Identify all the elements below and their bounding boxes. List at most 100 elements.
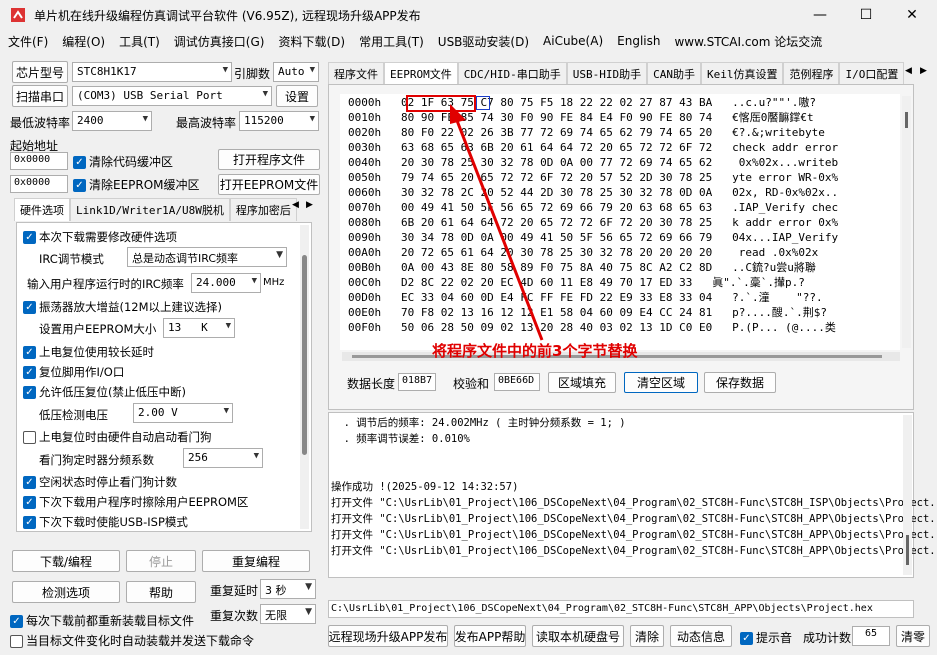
fill-region-button[interactable]: 区域填充 (548, 372, 616, 393)
tab-io-config[interactable]: I/O口配置 (839, 62, 905, 85)
log-output[interactable]: . 调节后的频率: 24.002MHz ( 主时钟分频系数 = 1; ) . 频… (328, 412, 937, 578)
log-scrollbar[interactable] (903, 415, 912, 575)
publish-help-button[interactable]: 发布APP帮助 (454, 625, 526, 647)
irc-frequency-select[interactable]: 24.000 ▼ (191, 273, 261, 293)
open-eeprom-file-button[interactable]: 打开EEPROM文件 (218, 174, 320, 195)
option-modify-hardware[interactable]: ✓ 本次下载需要修改硬件选项 (23, 229, 177, 245)
open-program-file-button[interactable]: 打开程序文件 (218, 149, 320, 170)
eeprom-size-select[interactable]: 13 K ▼ (163, 318, 235, 338)
irc-mode-label: IRC调节模式 (39, 252, 104, 266)
dynamic-info-button[interactable]: 动态信息 (670, 625, 732, 647)
chip-select[interactable]: STC8H1K17 ▼ (72, 62, 232, 82)
stop-button[interactable]: 停止 (126, 550, 196, 572)
menu-common-tools[interactable]: 常用工具(T) (359, 33, 424, 50)
option-erase-eeprom[interactable]: ✓ 下次下载用户程序时擦除用户EEPROM区 (23, 494, 248, 510)
help-button[interactable]: 帮助 (126, 581, 196, 603)
pins-label: 引脚数 (234, 67, 271, 81)
save-data-button[interactable]: 保存数据 (704, 372, 776, 393)
lvd-select[interactable]: 2.00 V ▼ (133, 403, 233, 423)
menu-debug[interactable]: 调试仿真接口(G) (174, 33, 265, 50)
clear-log-button[interactable]: 清除 (630, 625, 664, 647)
clear-code-checkbox[interactable]: ✓ 清除代码缓冲区 (73, 153, 173, 170)
data-length-field: 018B7 (398, 373, 436, 391)
tab-scroll-right-icon[interactable]: ▶ (920, 66, 927, 76)
tab-scroll-left-icon[interactable]: ◀ (292, 200, 299, 210)
tab-encryption[interactable]: 程序加密后 (229, 198, 297, 221)
watchdog-divider-select[interactable]: 256 ▼ (183, 448, 263, 468)
chevron-down-icon: ▼ (309, 114, 315, 124)
menu-tools[interactable]: 工具(T) (119, 33, 160, 50)
option-reset-pin-io[interactable]: ✓ 复位脚用作I/O口 (23, 364, 124, 380)
close-button[interactable]: ✕ (889, 0, 935, 30)
repeat-count-select[interactable]: 无限 ▼ (260, 604, 316, 624)
minimize-button[interactable]: — (797, 0, 843, 30)
maximize-button[interactable]: ☐ (843, 0, 889, 30)
pins-select[interactable]: Auto ▼ (273, 62, 319, 82)
repeat-delay-select[interactable]: 3 秒 ▼ (260, 579, 316, 599)
reload-before-download-checkbox[interactable]: ✓ 每次下载前都重新装载目标文件 (10, 612, 194, 629)
hex-row: 0010h 80 90 FE 85 74 30 F0 90 FE 84 E4 F… (348, 111, 814, 124)
tab-eeprom-file[interactable]: EEPROM文件 (384, 62, 458, 85)
hex-scrollbar[interactable] (902, 96, 911, 348)
chevron-down-icon: ▼ (262, 89, 268, 99)
code-address-input[interactable]: 0x0000 (10, 152, 68, 170)
clear-region-button[interactable]: 清空区域 (624, 372, 698, 393)
tab-offline-writer[interactable]: Link1D/Writer1A/U8W脱机 (70, 198, 230, 221)
scan-port-button[interactable]: 扫描串口 (12, 85, 68, 107)
option-auto-watchdog[interactable]: 上电复位时由硬件自动启动看门狗 (23, 429, 212, 445)
port-select[interactable]: (COM3) USB Serial Port ▼ (72, 86, 272, 106)
repeat-program-button[interactable]: 重复编程 (202, 550, 310, 572)
menu-aicube[interactable]: AiCube(A) (543, 34, 603, 48)
option-long-reset-delay[interactable]: ✓ 上电复位使用较长延时 (23, 344, 154, 360)
option-oscillator-gain[interactable]: ✓ 振荡器放大增益(12M以上建议选择) (23, 299, 222, 315)
option-low-voltage-reset[interactable]: ✓ 允许低压复位(禁止低压中断) (23, 384, 186, 400)
right-tabs: 程序文件 EEPROM文件 CDC/HID-串口助手 USB-HID助手 CAN… (328, 62, 905, 85)
max-baud-select[interactable]: 115200 ▼ (239, 111, 319, 131)
option-usb-isp[interactable]: ✓ 下次下载时使能USB-ISP模式 (23, 514, 188, 530)
log-line: 打开文件 "C:\UsrLib\01_Project\106_DSCopeNex… (331, 529, 937, 541)
log-line: . 频率调节误差: 0.010% (331, 433, 470, 445)
tab-can[interactable]: CAN助手 (647, 62, 701, 85)
reset-count-button[interactable]: 清零 (896, 625, 930, 647)
checksum-field: 0BE66D (494, 373, 540, 391)
hardware-options-scrollbar[interactable] (300, 225, 309, 529)
settings-button[interactable]: 设置 (276, 85, 318, 107)
eeprom-size-label: 设置用户EEPROM大小 (39, 322, 157, 336)
checksum-label: 校验和 (453, 377, 490, 391)
tab-usb-hid[interactable]: USB-HID助手 (566, 62, 648, 85)
download-button[interactable]: 下载/编程 (12, 550, 120, 572)
tab-keil[interactable]: Keil仿真设置 (700, 62, 784, 85)
log-line: 打开文件 "C:\UsrLib\01_Project\106_DSCopeNex… (331, 497, 937, 509)
tab-hardware-options[interactable]: 硬件选项 (14, 198, 70, 221)
menu-download[interactable]: 资料下载(D) (278, 33, 345, 50)
menu-forum[interactable]: www.STCAI.com 论坛交流 (674, 33, 822, 50)
success-count-label: 成功计数 (803, 631, 852, 645)
repeat-delay-label: 重复延时 (210, 584, 259, 598)
tab-scroll-right-icon[interactable]: ▶ (306, 200, 313, 210)
checkbox-checked-icon: ✓ (23, 231, 36, 244)
menu-usb-driver[interactable]: USB驱动安装(D) (438, 33, 529, 50)
tab-scroll-left-icon[interactable]: ◀ (905, 66, 912, 76)
publish-app-button[interactable]: 远程现场升级APP发布 (328, 625, 448, 647)
menu-english[interactable]: English (617, 34, 660, 48)
read-disk-id-button[interactable]: 读取本机硬盘号 (532, 625, 624, 647)
menu-program[interactable]: 编程(O) (62, 33, 105, 50)
checkbox-checked-icon: ✓ (23, 301, 36, 314)
tab-examples[interactable]: 范例程序 (783, 62, 840, 85)
option-idle-stop-watchdog[interactable]: ✓ 空闲状态时停止看门狗计数 (23, 474, 177, 490)
tab-cdc-serial[interactable]: CDC/HID-串口助手 (457, 62, 567, 85)
clear-eeprom-checkbox[interactable]: ✓ 清除EEPROM缓冲区 (73, 176, 200, 193)
irc-mode-select[interactable]: 总是动态调节IRC频率 ▼ (127, 247, 287, 267)
check-options-button[interactable]: 检测选项 (12, 581, 120, 603)
checkbox-checked-icon: ✓ (23, 366, 36, 379)
menu-file[interactable]: 文件(F) (8, 33, 48, 50)
auto-load-checkbox[interactable]: 当目标文件变化时自动装载并发送下载命令 (10, 632, 254, 649)
min-baud-select[interactable]: 2400 ▼ (72, 111, 152, 131)
log-line: . 调节后的频率: 24.002MHz ( 主时钟分频系数 = 1; ) (331, 417, 626, 429)
checkbox-checked-icon: ✓ (10, 615, 23, 628)
checkbox-checked-icon: ✓ (23, 496, 36, 509)
beep-checkbox[interactable]: ✓ 提示音 (740, 629, 792, 646)
chip-label: 芯片型号 (12, 61, 68, 83)
tab-program-file[interactable]: 程序文件 (328, 62, 384, 85)
eeprom-address-input[interactable]: 0x0000 (10, 175, 68, 193)
